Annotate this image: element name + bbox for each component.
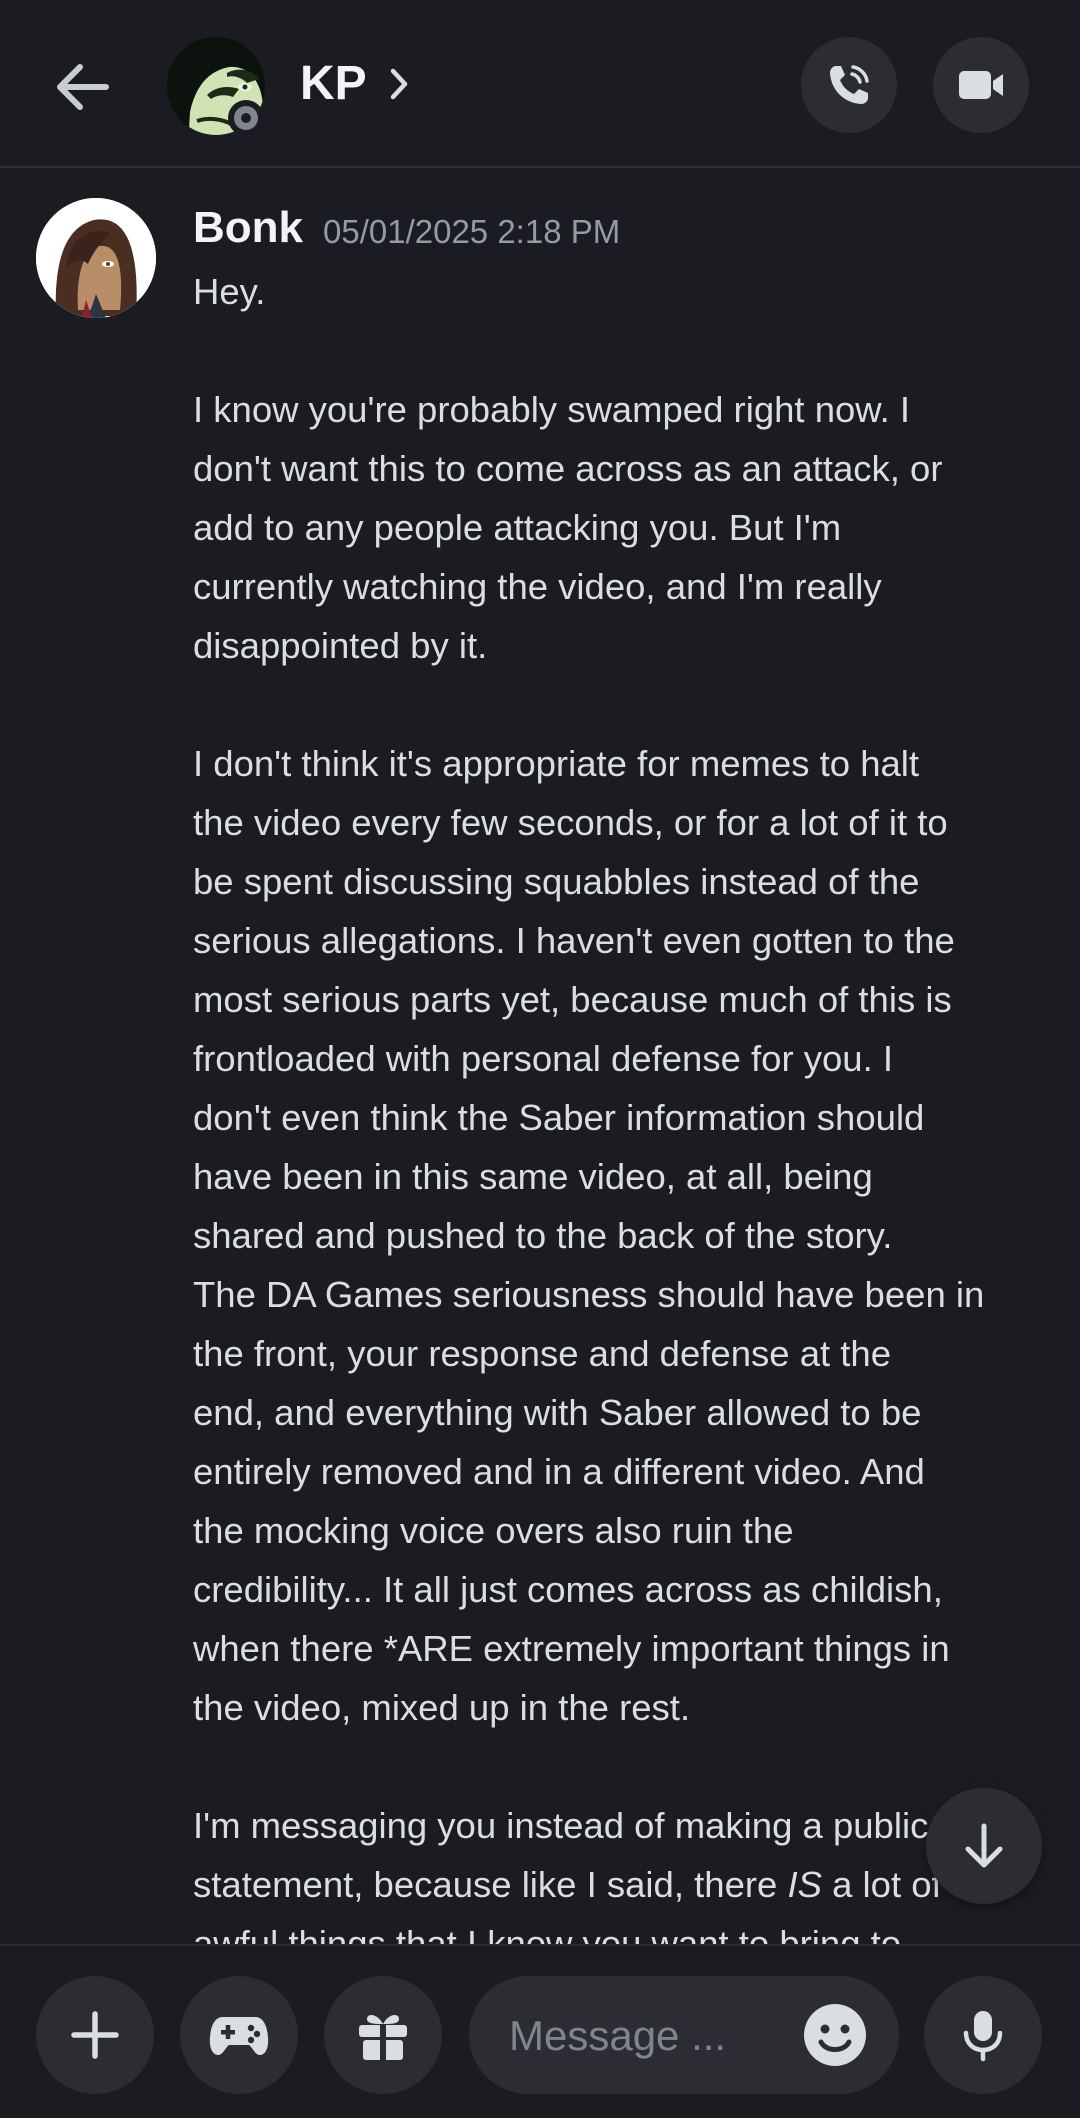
message-line: add to any people attacking you. But I'm: [193, 507, 842, 548]
message-line: serious allegations. I haven't even gott…: [193, 920, 955, 961]
voice-message-button[interactable]: [924, 1976, 1042, 2094]
gift-button[interactable]: [324, 1976, 442, 2094]
voice-call-button[interactable]: [801, 37, 897, 133]
activities-button[interactable]: [180, 1976, 298, 2094]
peer-name[interactable]: KP: [300, 54, 367, 114]
message-line: most serious parts yet, because much of …: [193, 979, 952, 1020]
emoji-button[interactable]: [802, 2002, 868, 2068]
jump-to-latest-button[interactable]: [926, 1788, 1042, 1904]
attach-button[interactable]: [36, 1976, 154, 2094]
message-text: statement, because like I said, there: [193, 1864, 788, 1905]
message-line: don't even think the Saber information s…: [193, 1097, 925, 1138]
message-line: credibility... It all just comes across …: [193, 1569, 943, 1610]
message-field[interactable]: [469, 1976, 899, 2096]
message-line: awful things that I know you want to bri…: [193, 1923, 902, 1944]
message-line: I know you're probably swamped right now…: [193, 389, 911, 430]
message-line: frontloaded with personal defense for yo…: [193, 1038, 894, 1079]
arrow-down-icon: [965, 1823, 1003, 1868]
message-input[interactable]: [507, 1976, 781, 2096]
message-line: currently watching the video, and I'm re…: [193, 566, 882, 607]
microphone-icon: [963, 2011, 1003, 2062]
message-line: I don't think it's appropriate for memes…: [193, 743, 920, 784]
plus-icon: [71, 2011, 119, 2059]
back-button[interactable]: [52, 56, 114, 118]
message-composer: [0, 1944, 1080, 2118]
author-name[interactable]: Bonk: [193, 200, 303, 256]
message-line: the video, mixed up in the rest.: [193, 1687, 691, 1728]
chevron-right-icon[interactable]: [388, 66, 410, 102]
message-line: the mocking voice overs also ruin the: [193, 1510, 794, 1551]
message-text: a lot of: [821, 1864, 942, 1905]
author-avatar[interactable]: [36, 198, 156, 318]
message-line: entirely removed and in a different vide…: [193, 1451, 925, 1492]
phone-icon: [830, 65, 869, 104]
message-line: have been in this same video, at all, be…: [193, 1156, 873, 1197]
message-line: don't want this to come across as an att…: [193, 448, 943, 489]
gamepad-icon: [209, 2017, 269, 2055]
message-timestamp: 05/01/2025 2:18 PM: [323, 213, 621, 250]
video-call-button[interactable]: [933, 37, 1029, 133]
offline-status-icon: [228, 100, 264, 136]
message-body: Hey. I know you're probably swamped righ…: [193, 262, 1063, 1944]
author-avatar-image: [36, 198, 156, 318]
arrow-left-icon: [57, 64, 109, 110]
message-line: The DA Games seriousness should have bee…: [193, 1274, 985, 1315]
message-line: be spent discussing squabbles instead of…: [193, 861, 920, 902]
video-camera-icon: [959, 71, 1003, 99]
message-line: disappointed by it.: [193, 625, 488, 666]
message-paragraph: I know you're probably swamped right now…: [193, 380, 1063, 675]
message-line: when there *ARE extremely important thin…: [193, 1628, 950, 1669]
message-line: Hey.: [193, 271, 266, 312]
message-line: shared and pushed to the back of the sto…: [193, 1215, 893, 1256]
message-paragraph: Hey.: [193, 262, 1063, 321]
message: Bonk 05/01/2025 2:18 PM Hey. I know you'…: [0, 168, 1080, 1944]
message-line: the front, your response and defense at …: [193, 1333, 892, 1374]
emoji-icon: [804, 2004, 866, 2066]
chat-header: KP: [0, 0, 1080, 168]
message-paragraph: I don't think it's appropriate for memes…: [193, 734, 1063, 1737]
message-line: the video every few seconds, or for a lo…: [193, 802, 948, 843]
message-line: end, and everything with Saber allowed t…: [193, 1392, 922, 1433]
gift-icon: [359, 2014, 407, 2060]
emphasized-text: IS: [787, 1864, 822, 1905]
